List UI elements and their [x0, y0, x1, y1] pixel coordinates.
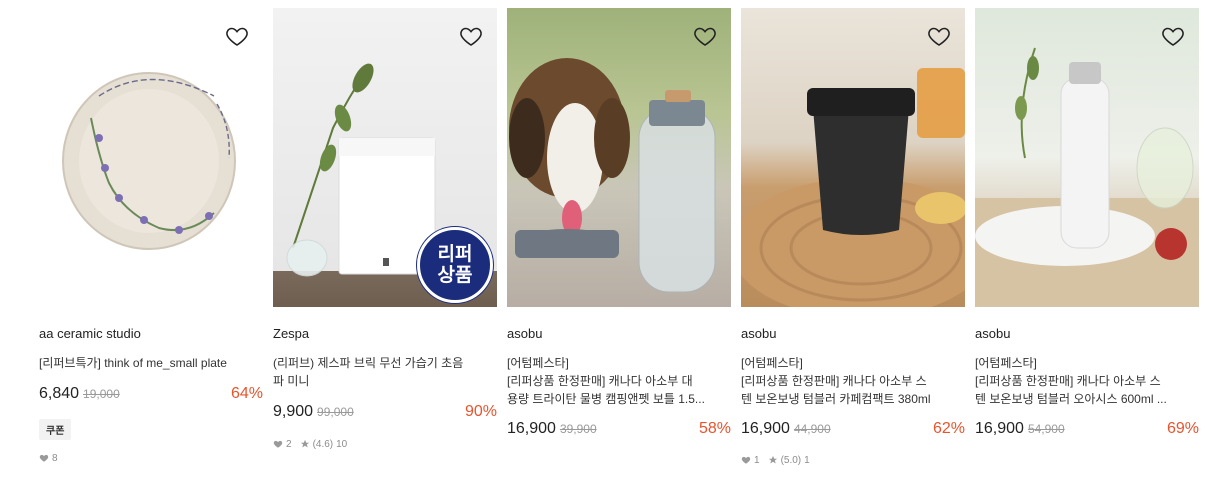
sale-price: 6,840: [39, 385, 80, 402]
product-title[interactable]: [리퍼브특가] think of me_small plate: [39, 354, 263, 372]
product-image-tumbler-oasis[interactable]: [975, 8, 1199, 307]
heart-filled-icon: [273, 440, 283, 448]
title-line2: 텐 보온보냉 텀블러 오아시스 600ml ...: [975, 392, 1167, 406]
heart-filled-icon: [39, 454, 49, 462]
product-grid: aa ceramic studio [리퍼브특가] think of me_sm…: [39, 8, 1199, 466]
title-line1: (리퍼브) 제스파 브릭 무선 가습기 초음: [273, 356, 464, 370]
sale-price: 16,900: [975, 420, 1024, 437]
product-card[interactable]: asobu [어텀페스타] [리퍼상품 한정판매] 캐나다 아소부 스 텐 보온…: [975, 8, 1199, 466]
discount-rate: 64%: [230, 385, 263, 402]
product-image-tumbler-cafe[interactable]: [741, 8, 965, 307]
star-icon: [300, 439, 309, 448]
product-brand[interactable]: Zespa: [273, 325, 497, 342]
product-card[interactable]: aa ceramic studio [리퍼브특가] think of me_sm…: [39, 8, 263, 466]
like-count: 8: [52, 452, 58, 464]
title-prefix: [어텀페스타]: [507, 356, 569, 370]
title-prefix: [리퍼브특가]: [39, 356, 101, 370]
original-price: 44,900: [793, 422, 831, 436]
rating-score: (5.0): [780, 454, 802, 466]
product-image-humidifier[interactable]: 리퍼 상품: [273, 8, 497, 307]
rating-score: (4.6): [312, 438, 334, 450]
wishlist-heart-icon[interactable]: [225, 24, 249, 48]
discount-rate: 58%: [698, 420, 731, 437]
review-count: 10: [336, 438, 348, 450]
product-brand[interactable]: asobu: [975, 325, 1199, 342]
title-line1: think of me_small plate: [100, 356, 227, 370]
original-price: 54,900: [1027, 422, 1065, 436]
price-row: 16,900 44,900 62%: [741, 420, 965, 440]
review-count: 1: [804, 454, 810, 466]
wishlist-heart-icon[interactable]: [927, 24, 951, 48]
sale-price: 16,900: [507, 420, 556, 437]
heart-filled-icon: [741, 456, 751, 464]
title-line2: 파 미니: [273, 374, 310, 388]
title-line1: [리퍼상품 한정판매] 캐나다 아소부 스: [975, 374, 1161, 388]
product-brand[interactable]: aa ceramic studio: [39, 325, 263, 342]
product-image-plate[interactable]: [39, 8, 263, 307]
sale-price: 16,900: [741, 420, 790, 437]
title-line1: [리퍼상품 한정판매] 캐나다 아소부 대: [507, 374, 693, 388]
product-card[interactable]: asobu [어텀페스타] [리퍼상품 한정판매] 캐나다 아소부 대 용량 트…: [507, 8, 731, 466]
title-line2: 용량 트라이탄 물병 캠핑앤펫 보틀 1.5...: [507, 392, 705, 406]
discount-rate: 90%: [464, 403, 497, 420]
wishlist-heart-icon[interactable]: [693, 24, 717, 48]
product-title[interactable]: [어텀페스타] [리퍼상품 한정판매] 캐나다 아소부 스 텐 보온보냉 텀블러…: [975, 354, 1199, 408]
sale-price: 9,900: [273, 403, 314, 420]
price-row: 16,900 39,900 58%: [507, 420, 731, 440]
product-meta: 2 (4.6) 10: [273, 438, 497, 450]
title-line1: [리퍼상품 한정판매] 캐나다 아소부 스: [741, 374, 927, 388]
coupon-badge: 쿠폰: [39, 419, 72, 440]
product-card[interactable]: 리퍼 상품 Zespa (리퍼브) 제스파 브릭 무선 가습기 초음 파 미니 …: [273, 8, 497, 466]
wishlist-heart-icon[interactable]: [459, 24, 483, 48]
product-meta: 1 (5.0) 1: [741, 454, 965, 466]
discount-rate: 62%: [932, 420, 965, 437]
product-card[interactable]: asobu [어텀페스타] [리퍼상품 한정판매] 캐나다 아소부 스 텐 보온…: [741, 8, 965, 466]
price-row: 6,840 19,000 64%: [39, 385, 263, 405]
title-prefix: [어텀페스타]: [741, 356, 803, 370]
ceramic-plate-illustration: [62, 72, 236, 250]
price-row: 9,900 99,000 90%: [273, 403, 497, 423]
title-prefix: [어텀페스타]: [975, 356, 1037, 370]
oasis-tumbler-illustration: [975, 47, 1199, 307]
product-brand[interactable]: asobu: [507, 325, 731, 342]
original-price: 99,000: [317, 405, 354, 419]
product-image-pet-bottle[interactable]: [507, 8, 731, 307]
star-icon: [768, 455, 777, 464]
like-count: 2: [286, 438, 292, 450]
original-price: 39,900: [559, 422, 597, 436]
original-price: 19,000: [83, 387, 120, 401]
like-count: 1: [754, 454, 760, 466]
discount-rate: 69%: [1166, 420, 1199, 437]
dog-bottle-illustration: [509, 58, 716, 293]
product-title[interactable]: [어텀페스타] [리퍼상품 한정판매] 캐나다 아소부 스 텐 보온보냉 텀블러…: [741, 354, 965, 408]
title-line2: 텐 보온보냉 텀블러 카페컴팩트 380ml: [741, 392, 931, 406]
product-title[interactable]: [어텀페스타] [리퍼상품 한정판매] 캐나다 아소부 대 용량 트라이탄 물병…: [507, 354, 731, 408]
refurb-product-badge: 리퍼 상품: [417, 227, 493, 303]
wishlist-heart-icon[interactable]: [1161, 24, 1185, 48]
cafe-tumbler-illustration: [741, 68, 965, 307]
product-meta: 8: [39, 452, 263, 464]
price-row: 16,900 54,900 69%: [975, 420, 1199, 440]
product-title[interactable]: (리퍼브) 제스파 브릭 무선 가습기 초음 파 미니: [273, 354, 497, 390]
product-brand[interactable]: asobu: [741, 325, 965, 342]
